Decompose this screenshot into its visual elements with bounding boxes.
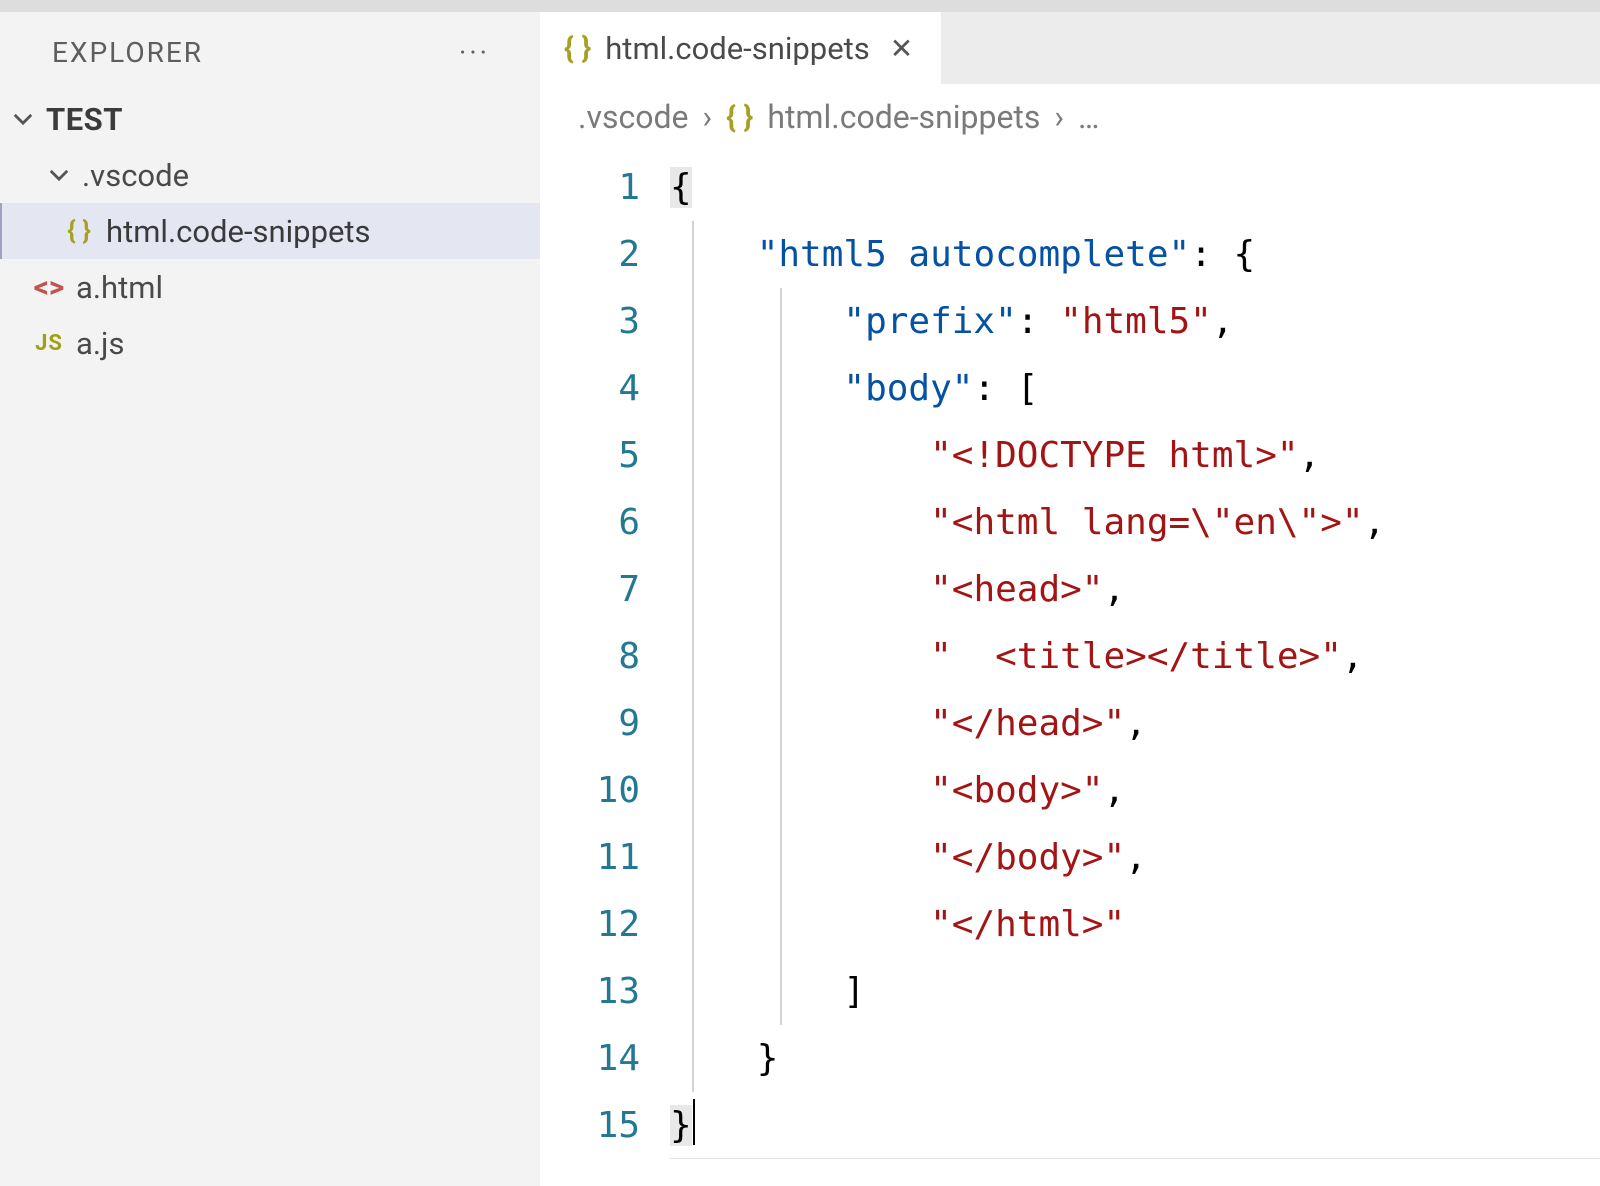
explorer-sidebar: EXPLORER ··· TEST .vscode { } xyxy=(0,12,540,1186)
explorer-actions-button[interactable]: ··· xyxy=(459,36,510,69)
line-number: 12 xyxy=(540,891,640,958)
line-number: 8 xyxy=(540,623,640,690)
file-tree: TEST .vscode { } html.code-snippets <> a… xyxy=(0,91,540,371)
line-number: 10 xyxy=(540,757,640,824)
code-line[interactable]: "<body>", xyxy=(670,757,1600,824)
app-root: EXPLORER ··· TEST .vscode { } xyxy=(0,0,1600,1186)
tab-html-snippets[interactable]: { } html.code-snippets ✕ xyxy=(540,12,941,84)
line-number: 9 xyxy=(540,690,640,757)
workbench: EXPLORER ··· TEST .vscode { } xyxy=(0,12,1600,1186)
explorer-title: EXPLORER xyxy=(52,36,203,69)
line-number: 11 xyxy=(540,824,640,891)
line-number: 5 xyxy=(540,422,640,489)
close-icon[interactable]: ✕ xyxy=(884,32,913,65)
text-cursor xyxy=(693,1099,695,1145)
code-line[interactable]: } xyxy=(670,1092,1600,1159)
code-line[interactable]: "</body>", xyxy=(670,824,1600,891)
tab-bar: { } html.code-snippets ✕ xyxy=(540,12,1600,84)
line-number: 13 xyxy=(540,958,640,1025)
tree-item-label: a.js xyxy=(76,325,124,362)
chevron-right-icon: › xyxy=(702,98,712,136)
json-file-icon: { } xyxy=(564,31,591,66)
code-editor[interactable]: 123456789101112131415 { "html5 autocompl… xyxy=(540,150,1600,1186)
chevron-right-icon: › xyxy=(1054,98,1064,136)
code-line[interactable]: " <title></title>", xyxy=(670,623,1600,690)
tree-item-label: a.html xyxy=(76,269,163,306)
breadcrumb-segment[interactable]: .vscode xyxy=(578,98,688,136)
code-line[interactable]: { xyxy=(670,154,1600,221)
code-line[interactable]: } xyxy=(670,1025,1600,1092)
editor-group: { } html.code-snippets ✕ .vscode › { } h… xyxy=(540,12,1600,1186)
tree-folder-vscode[interactable]: .vscode xyxy=(0,147,540,203)
line-number-gutter: 123456789101112131415 xyxy=(540,150,670,1186)
line-number: 15 xyxy=(540,1092,640,1159)
breadcrumb-overflow[interactable]: … xyxy=(1078,98,1099,136)
tree-file-a-html[interactable]: <> a.html xyxy=(0,259,540,315)
titlebar xyxy=(0,0,1600,12)
line-number: 1 xyxy=(540,154,640,221)
js-file-icon: JS xyxy=(30,331,68,356)
code-line[interactable]: "<html lang=\"en\">", xyxy=(670,489,1600,556)
code-line[interactable]: "</html>" xyxy=(670,891,1600,958)
code-line[interactable]: "prefix": "html5", xyxy=(670,288,1600,355)
breadcrumb-segment[interactable]: html.code-snippets xyxy=(767,98,1040,136)
line-number: 14 xyxy=(540,1025,640,1092)
code-line[interactable]: ] xyxy=(670,958,1600,1025)
tree-item-label: .vscode xyxy=(82,157,189,194)
code-content[interactable]: { "html5 autocomplete": { "prefix": "htm… xyxy=(670,150,1600,1186)
tree-root-label: TEST xyxy=(46,101,123,138)
tree-file-snippets[interactable]: { } html.code-snippets xyxy=(0,203,540,259)
line-number: 2 xyxy=(540,221,640,288)
code-line[interactable]: "<head>", xyxy=(670,556,1600,623)
line-number: 3 xyxy=(540,288,640,355)
explorer-header: EXPLORER ··· xyxy=(0,12,540,91)
line-number: 7 xyxy=(540,556,640,623)
breadcrumbs[interactable]: .vscode › { } html.code-snippets › … xyxy=(540,84,1600,150)
chevron-down-icon xyxy=(12,108,38,130)
tree-file-a-js[interactable]: JS a.js xyxy=(0,315,540,371)
line-number: 6 xyxy=(540,489,640,556)
json-file-icon: { } xyxy=(60,216,98,246)
code-line[interactable]: "<!DOCTYPE html>", xyxy=(670,422,1600,489)
tree-root[interactable]: TEST xyxy=(0,91,540,147)
chevron-down-icon xyxy=(48,164,74,186)
line-number: 4 xyxy=(540,355,640,422)
html-file-icon: <> xyxy=(30,270,68,305)
tab-label: html.code-snippets xyxy=(605,30,870,67)
code-line[interactable]: "</head>", xyxy=(670,690,1600,757)
code-line[interactable]: "body": [ xyxy=(670,355,1600,422)
tree-item-label: html.code-snippets xyxy=(106,213,371,250)
code-line[interactable]: "html5 autocomplete": { xyxy=(670,221,1600,288)
json-file-icon: { } xyxy=(726,100,753,135)
